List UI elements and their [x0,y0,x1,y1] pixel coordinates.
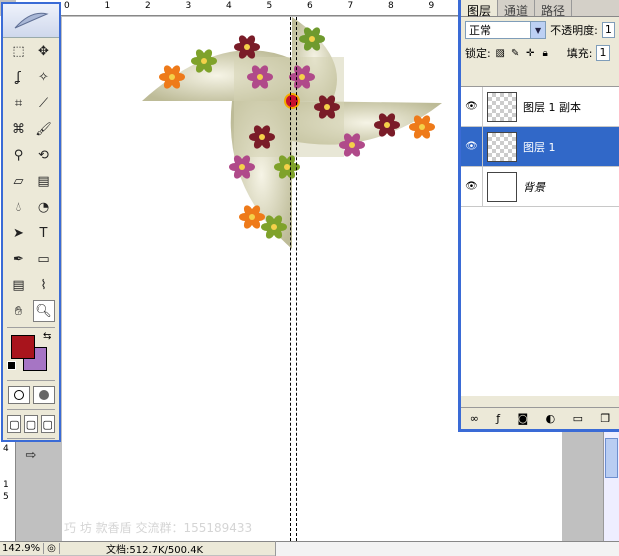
lock-transparency-icon[interactable]: ▧ [495,48,506,59]
ruler-tick-label: 0 [64,1,70,11]
hand-icon[interactable]: ✋︎ [8,300,30,322]
vertical-scrollbar[interactable] [603,432,619,541]
zoom-icon[interactable]: 🔍︎ [32,300,55,322]
gradient-icon[interactable]: ▤ [33,170,55,192]
dodge-icon[interactable]: ◔ [33,196,55,218]
eyedropper-icon[interactable]: ⌇ [33,274,55,296]
guide-line [296,17,297,541]
eye-icon[interactable]: 👁︎ [461,166,483,207]
move-icon[interactable]: ✥ [33,40,55,62]
lock-position-icon[interactable]: ✛ [525,48,536,59]
status-menu-icon[interactable]: ◎ [44,543,60,554]
lock-label: 锁定: [465,47,491,60]
crop-icon[interactable]: ⌗ [8,92,30,114]
layer-name: 背景 [523,180,545,194]
marquee-icon[interactable]: ⬚ [8,40,30,62]
jump-to-imageready-icon[interactable]: ⇨ [20,444,42,466]
layer-row[interactable]: 👁︎ 图层 1 副本 [461,86,619,127]
scrollbar-thumb[interactable] [605,438,618,478]
path-select-icon[interactable]: ➤ [8,222,30,244]
new-layer-icon[interactable]: ❐ [600,412,610,425]
new-group-icon[interactable]: ▭ [573,412,583,425]
ruler-tick-label: 1 [104,1,111,11]
layer-row[interactable]: 👁︎ 背景 [461,166,619,207]
guide-line [290,17,291,541]
lock-all-icon[interactable]: 🔒︎ [540,48,551,59]
history-brush-icon[interactable]: ⟲ [33,144,55,166]
adjustment-layer-icon[interactable]: ◐ [546,412,556,425]
ruler-tick-label: 7 [347,1,354,11]
ruler-tick-label: 2 [145,1,151,11]
standard-mode-button[interactable] [7,386,30,404]
layer-thumbnail [487,91,517,122]
horizontal-scrollbar[interactable] [276,541,619,556]
chevron-down-icon: ▼ [530,22,546,38]
blur-icon[interactable]: 💧︎ [8,196,30,218]
ruler-tick-label: 8 [388,1,394,11]
zoom-level[interactable]: 142.9% [0,543,44,554]
tab-channels[interactable]: 通道 [498,0,536,18]
layer-thumbnail [487,171,517,202]
blend-mode-select[interactable]: 正常 ▼ [465,21,547,39]
foreground-color-swatch[interactable] [11,335,35,359]
ruler-tick-label: 6 [307,1,313,11]
layers-panel-footer: ∞ ƒ ◙ ◐ ▭ ❐ [461,407,619,429]
eye-icon[interactable]: 👁︎ [461,126,483,167]
link-layers-icon[interactable]: ∞ [470,412,479,425]
panel-tabs: 图层 通道 路径 [461,0,619,18]
notes-icon[interactable]: ▤ [8,274,30,296]
ruler-tick-label: 9 [428,1,435,11]
pinwheel-artwork [142,17,442,249]
default-colors-icon[interactable] [7,361,16,370]
ruler-tick-label: 5 [3,492,9,502]
lasso-icon[interactable]: ʆ [8,66,30,88]
opacity-input[interactable]: 1 [601,22,615,38]
type-icon[interactable]: T [33,222,55,244]
tool-grid: ⬚ ✥ ʆ ✧ ⌗ ⟋ ⌘ 🖌︎ ⚲ ⟲ ▱ ▤ 💧︎ ◔ ➤ T ✒ ▭ ▤ ⌇ ✋︎ 🔍︎ [3,38,59,324]
magic-wand-icon[interactable]: ✧ [33,66,55,88]
pen-icon[interactable]: ✒ [8,248,30,270]
quick-mask-button[interactable] [32,386,55,404]
layer-thumbnail [487,131,517,162]
ruler-tick-label: 4 [226,1,232,11]
eye-icon[interactable]: 👁︎ [461,86,483,127]
ruler-tick-label: 1 [3,480,9,490]
opacity-label: 不透明度: [550,24,598,37]
fill-input[interactable]: 1 [596,45,611,61]
watermark-text: 巧 坊 款香盾 交流群：155189433 [64,521,253,535]
ruler-tick-label: 5 [266,1,273,11]
slice-icon[interactable]: ⟋ [33,92,55,114]
layer-name: 图层 1 副本 [523,100,581,114]
layers-panel: 图层 通道 路径 正常 ▼ 不透明度: 1 锁定: ▧ ✎ ✛ 🔒︎ 填充: 1… [458,0,619,432]
layer-name: 图层 1 [523,140,556,154]
eraser-icon[interactable]: ▱ [8,170,30,192]
toolbox-panel: ⬚ ✥ ʆ ✧ ⌗ ⟋ ⌘ 🖌︎ ⚲ ⟲ ▱ ▤ 💧︎ ◔ ➤ T ✒ ▭ ▤ ⌇ ✋︎ 🔍︎ ⇆ ▢ ▢ ▢ ⇨ [1,2,61,463]
blend-mode-value: 正常 [469,24,491,37]
clone-stamp-icon[interactable]: ⚲ [8,144,30,166]
swap-colors-icon[interactable]: ⇆ [43,331,51,342]
tab-paths[interactable]: 路径 [535,0,573,18]
tab-layers[interactable]: 图层 [461,0,499,18]
rectangle-icon[interactable]: ▭ [33,248,55,270]
layer-mask-icon[interactable]: ◙ [518,412,529,425]
color-swatches: ⇆ [3,331,59,377]
document-size-info: 文档:512.7K/500.4K [60,541,276,556]
layer-style-icon[interactable]: ƒ [496,412,500,425]
healing-brush-icon[interactable]: ⌘ [8,118,30,140]
brush-icon[interactable]: 🖌︎ [33,118,55,140]
layer-row-selected[interactable]: 👁︎ 图层 1 [461,126,619,167]
status-bar: 142.9% ◎ 文档:512.7K/500.4K [0,541,619,556]
fill-label: 填充: [566,47,593,60]
screen-mode-standard-button[interactable]: ▢ [7,415,22,433]
screen-mode-menu-button[interactable]: ▢ [23,415,38,433]
lock-image-icon[interactable]: ✎ [510,48,521,59]
toolbox-header-feather-icon[interactable] [3,4,59,38]
layer-list: 👁︎ 图层 1 副本 👁︎ 图层 1 👁︎ 背景 [461,86,619,396]
ruler-tick-label: 3 [185,1,192,11]
screen-mode-full-button[interactable]: ▢ [40,415,55,433]
